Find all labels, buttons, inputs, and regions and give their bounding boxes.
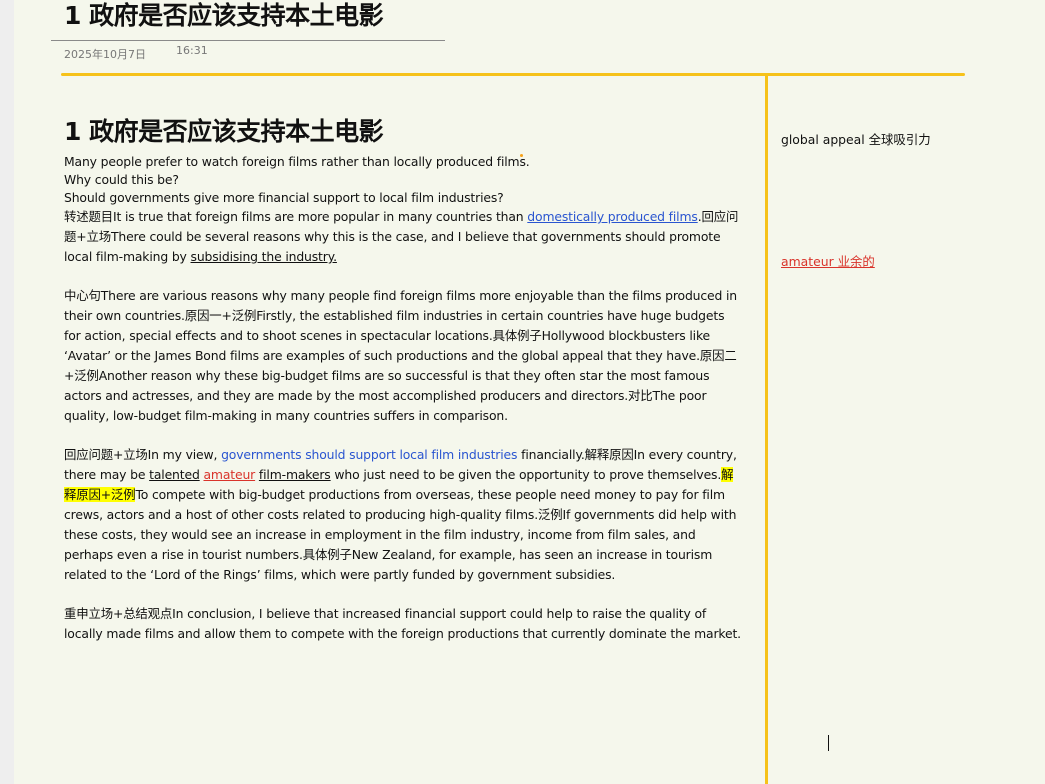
intro-line-1[interactable]: Many people prefer to watch foreign film… — [64, 153, 742, 170]
paragraph-1[interactable]: 转述题目It is true that foreign films are mo… — [64, 207, 742, 267]
p3-text-3: who just need to be given the opportunit… — [330, 467, 722, 482]
subsidising-link[interactable]: subsidising the industry. — [191, 249, 338, 264]
page-time: 16:31 — [176, 44, 208, 57]
page-title[interactable]: 1 政府是否应该支持本土电影 — [64, 0, 384, 32]
intro-line-3[interactable]: Should governments give more financial s… — [64, 189, 742, 206]
text-cursor — [828, 735, 829, 751]
intro-line-2[interactable]: Why could this be? — [64, 171, 742, 188]
note-page[interactable]: 1 政府是否应该支持本土电影 2025年10月7日 16:31 1 政府是否应该… — [14, 0, 1045, 784]
title-underline — [51, 40, 445, 41]
vertical-divider-line — [765, 76, 768, 784]
horizontal-divider-line — [61, 73, 965, 76]
side-note-global-appeal[interactable]: global appeal 全球吸引力 — [781, 130, 931, 148]
paragraph-2[interactable]: 中心句There are various reasons why many pe… — [64, 286, 742, 426]
page-date: 2025年10月7日 — [64, 48, 146, 61]
side-note-amateur[interactable]: amateur 业余的 — [781, 252, 875, 270]
paragraph-4[interactable]: 重申立场+总结观点In conclusion, I believe that i… — [64, 604, 742, 644]
filmmakers-link[interactable]: film-makers — [259, 467, 331, 482]
paragraph-3[interactable]: 回应问题+立场In my view, governments should su… — [64, 445, 742, 585]
amateur-link[interactable]: amateur — [203, 467, 255, 482]
p3-text-1: 回应问题+立场In my view, — [64, 447, 222, 462]
p3-text-4: To compete with big-budget productions f… — [64, 487, 737, 582]
essay-heading[interactable]: 1 政府是否应该支持本土电影 — [64, 116, 742, 148]
domestic-films-link[interactable]: domestically produced films — [527, 209, 698, 224]
talented-link[interactable]: talented — [149, 467, 200, 482]
essay-content[interactable]: 1 政府是否应该支持本土电影 Many people prefer to wat… — [64, 116, 742, 663]
p1-text-1: 转述题目It is true that foreign films are mo… — [64, 209, 528, 224]
support-local-text: governments should support local film in… — [221, 447, 518, 462]
